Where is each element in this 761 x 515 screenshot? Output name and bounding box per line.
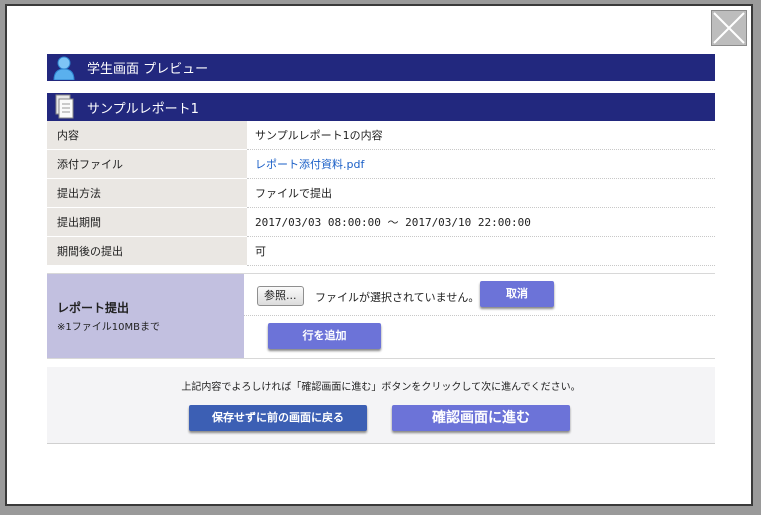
confirm-button[interactable]: 確認画面に進む	[392, 405, 570, 431]
preview-modal: 学生画面 プレビュー サンプルレポート1 内容 サンプルレポート1の内容 添付フ…	[5, 4, 753, 506]
user-icon	[53, 56, 75, 80]
cancel-button[interactable]: 取消	[480, 281, 554, 307]
table-row: 期間後の提出 可	[47, 236, 715, 266]
submit-label-cell: レポート提出 ※1ファイル10MBまで	[47, 274, 244, 358]
table-row: 提出期間 2017/03/03 08:00:00 〜 2017/03/10 22…	[47, 207, 715, 237]
row-label: 提出方法	[47, 178, 247, 208]
row-value: 2017/03/03 08:00:00 〜 2017/03/10 22:00:0…	[247, 207, 715, 237]
close-button[interactable]	[711, 10, 747, 46]
back-button[interactable]: 保存せずに前の画面に戻る	[189, 405, 367, 431]
report-title: サンプルレポート1	[87, 101, 199, 117]
header-title: 学生画面 プレビュー	[87, 62, 209, 77]
row-value: ファイルで提出	[247, 178, 715, 208]
row-label: 提出期間	[47, 207, 247, 237]
row-label: 内容	[47, 121, 247, 150]
instruction-text: 上記内容でよろしければ「確認画面に進む」ボタンをクリックして次に進んでください。	[181, 382, 581, 393]
browse-button[interactable]: 参照...	[257, 286, 304, 306]
submit-label: レポート提出	[57, 301, 130, 315]
header-bar: 学生画面 プレビュー	[47, 54, 715, 81]
document-icon	[55, 94, 74, 119]
footer: 上記内容でよろしければ「確認画面に進む」ボタンをクリックして次に進んでください。…	[47, 367, 715, 444]
report-title-bar: サンプルレポート1	[47, 93, 715, 121]
table-row: 提出方法 ファイルで提出	[47, 178, 715, 208]
size-note: ※1ファイル10MBまで	[57, 322, 160, 333]
row-label: 添付ファイル	[47, 149, 247, 179]
add-row-button[interactable]: 行を追加	[268, 323, 381, 349]
attachment-link[interactable]: レポート添付資料.pdf	[255, 158, 364, 171]
close-icon	[713, 12, 745, 44]
row-value: 可	[247, 236, 715, 266]
report-submit-section: レポート提出 ※1ファイル10MBまで 参照... ファイルが選択されていません…	[47, 273, 715, 359]
table-row: 添付ファイル レポート添付資料.pdf	[47, 149, 715, 179]
row-value: サンプルレポート1の内容	[247, 121, 715, 150]
divider	[244, 315, 715, 316]
table-row: 内容 サンプルレポート1の内容	[47, 121, 715, 150]
file-status-text: ファイルが選択されていません。	[315, 291, 480, 304]
report-info-table: 内容 サンプルレポート1の内容 添付ファイル レポート添付資料.pdf 提出方法…	[47, 121, 715, 266]
row-label: 期間後の提出	[47, 236, 247, 266]
